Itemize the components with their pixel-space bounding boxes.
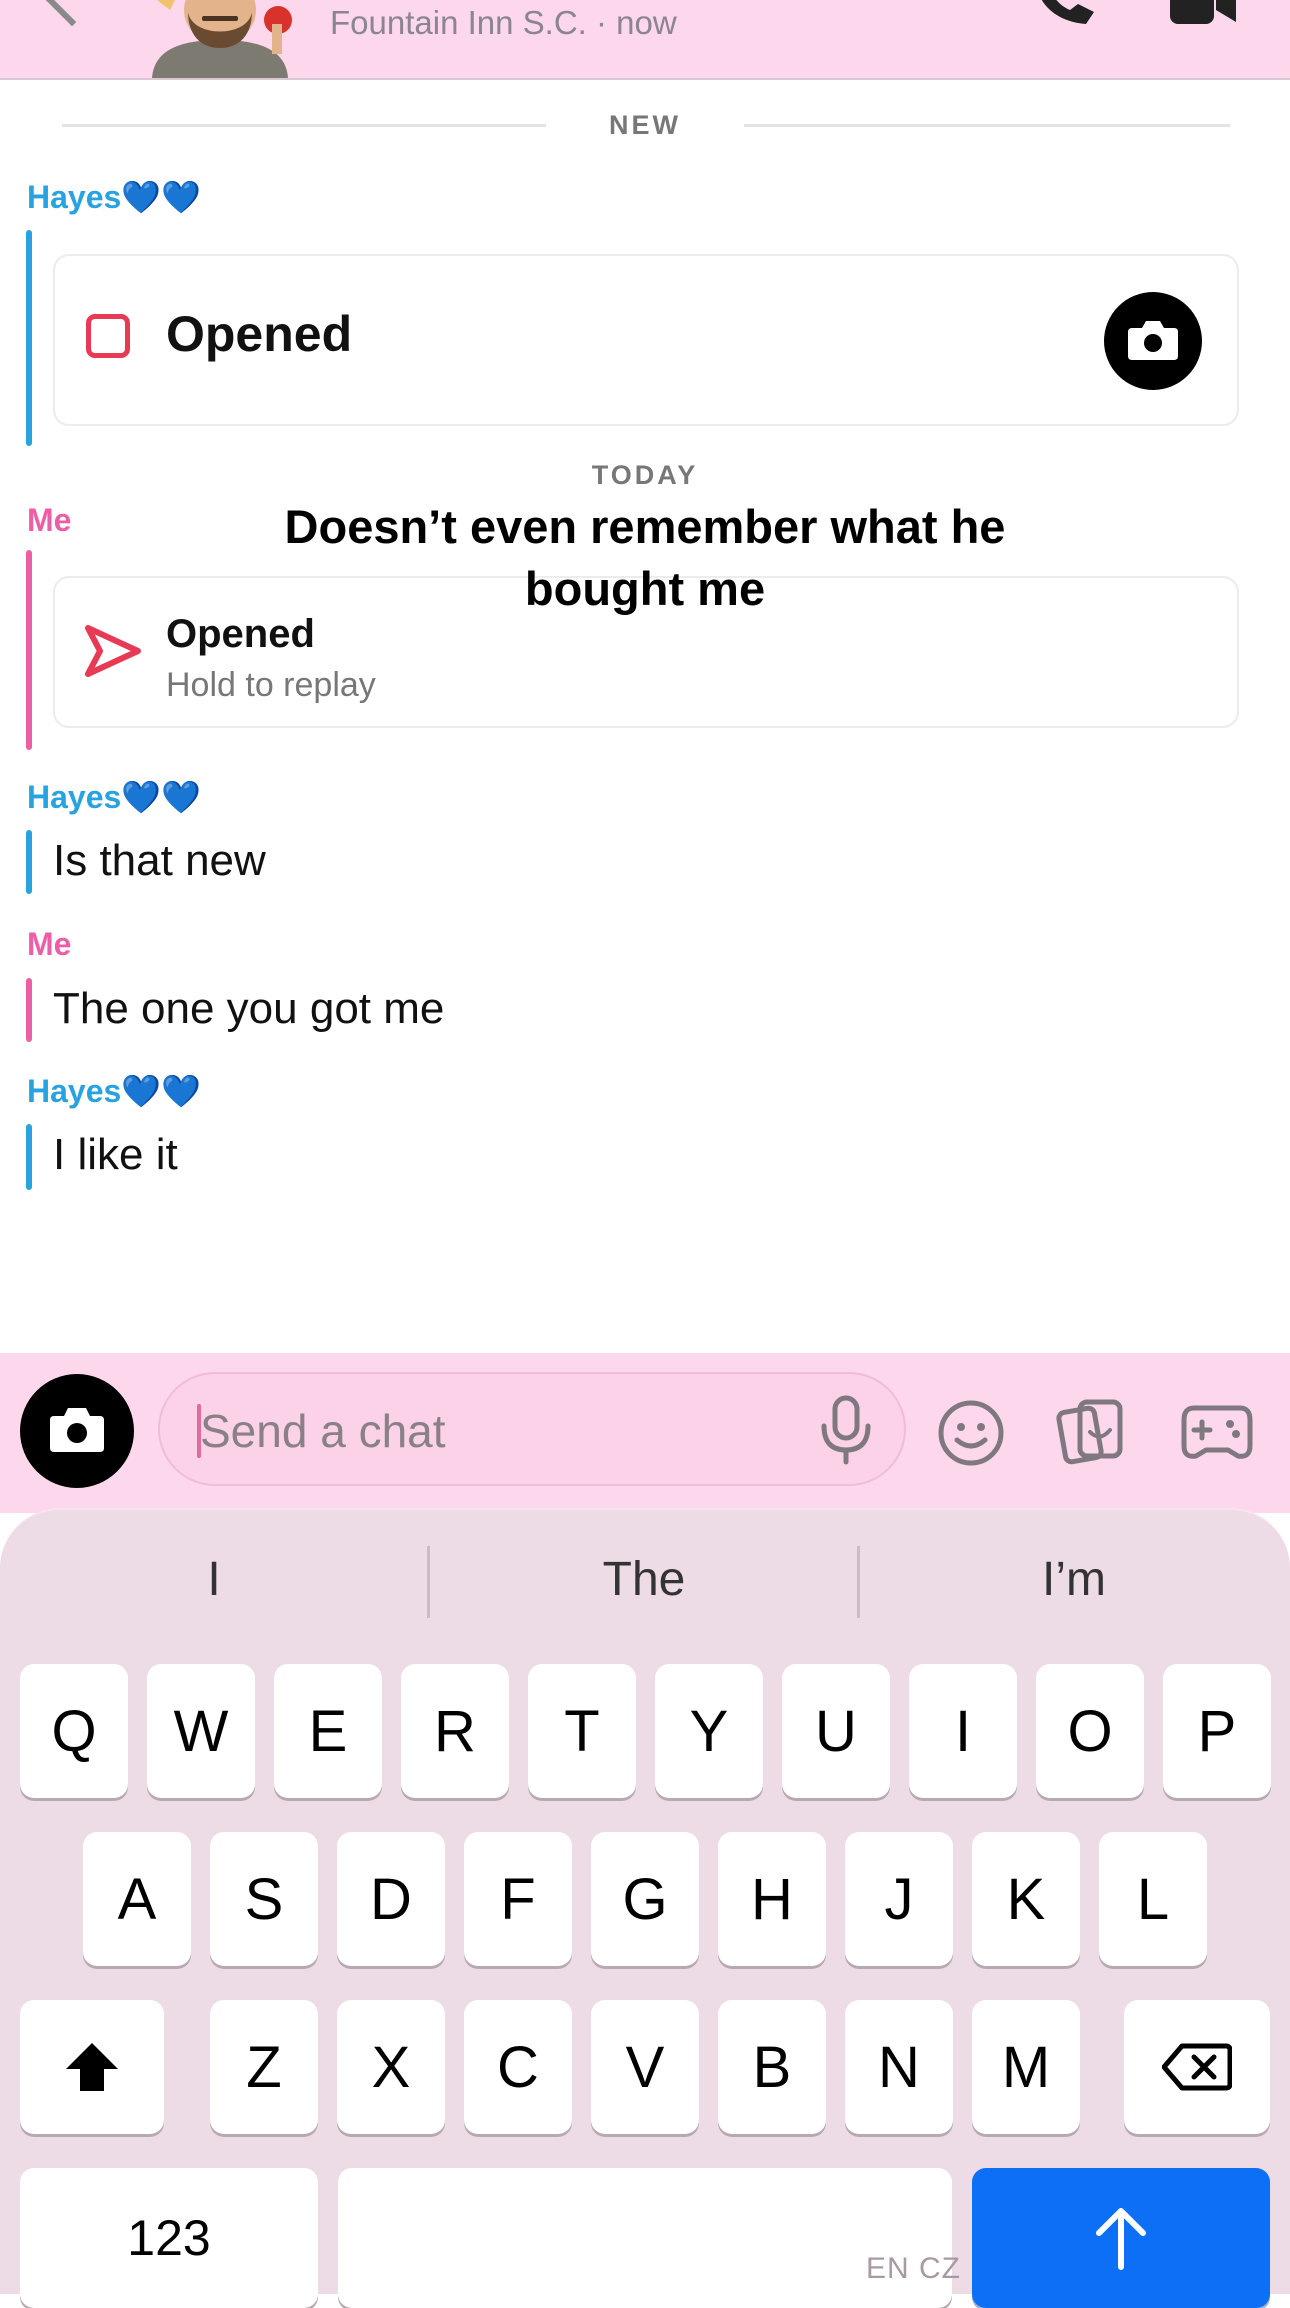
chat-input-placeholder: Send a chat xyxy=(200,1405,446,1457)
sender-name: Hayes💙💙 xyxy=(27,179,201,215)
overlay-caption: Doesn’t even remember what he bought me xyxy=(284,500,1006,615)
message-text[interactable]: Is that new xyxy=(53,836,266,886)
game-controller-icon[interactable] xyxy=(1180,1400,1254,1469)
sticker-gallery-icon[interactable] xyxy=(1056,1396,1126,1471)
friend-location-status: Fountain Inn S.C. · now xyxy=(330,4,677,41)
key-b[interactable]: B xyxy=(718,2000,826,2134)
sender-name: Hayes💙💙 xyxy=(27,1073,201,1109)
numbers-key[interactable]: 123 xyxy=(20,2168,318,2308)
reply-camera-icon[interactable] xyxy=(1104,292,1202,390)
snap-replay-hint: Hold to replay xyxy=(166,666,376,704)
divider-line-left xyxy=(62,124,546,127)
key-t[interactable]: T xyxy=(528,1664,636,1798)
key-j[interactable]: J xyxy=(845,1832,953,1966)
key-f[interactable]: F xyxy=(464,1832,572,1966)
message-text[interactable]: I like it xyxy=(53,1130,178,1180)
snap-status: Opened xyxy=(166,306,353,362)
key-l[interactable]: L xyxy=(1099,1832,1207,1966)
key-r[interactable]: R xyxy=(401,1664,509,1798)
key-z[interactable]: Z xyxy=(210,2000,318,2134)
voice-call-icon[interactable] xyxy=(1030,0,1100,33)
delete-key[interactable] xyxy=(1124,2000,1270,2134)
message-bar xyxy=(26,230,32,446)
message-bar xyxy=(26,1124,32,1190)
key-d[interactable]: D xyxy=(337,1832,445,1966)
message-text[interactable]: The one you got me xyxy=(53,984,444,1034)
backspace-icon xyxy=(1162,2043,1232,2091)
emoji-icon[interactable] xyxy=(936,1398,1006,1473)
key-a[interactable]: A xyxy=(83,1832,191,1966)
key-i[interactable]: I xyxy=(909,1664,1017,1798)
key-w[interactable]: W xyxy=(147,1664,255,1798)
key-g[interactable]: G xyxy=(591,1832,699,1966)
camera-button[interactable] xyxy=(20,1374,134,1488)
key-n[interactable]: N xyxy=(845,2000,953,2134)
suggestion-2[interactable]: The xyxy=(430,1552,858,1607)
divider-line-right xyxy=(744,124,1230,127)
suggestion-1[interactable]: I xyxy=(0,1552,428,1607)
send-key[interactable] xyxy=(972,2168,1270,2308)
microphone-icon[interactable] xyxy=(818,1394,874,1471)
key-q[interactable]: Q xyxy=(20,1664,128,1798)
key-v[interactable]: V xyxy=(591,2000,699,2134)
sender-name: Me xyxy=(27,502,72,538)
key-s[interactable]: S xyxy=(210,1832,318,1966)
suggestion-3[interactable]: I’m xyxy=(860,1552,1288,1607)
key-e[interactable]: E xyxy=(274,1664,382,1798)
divider-new: NEW xyxy=(609,110,681,140)
video-call-icon[interactable] xyxy=(1168,0,1238,31)
key-x[interactable]: X xyxy=(337,2000,445,2134)
key-u[interactable]: U xyxy=(782,1664,890,1798)
sent-snap-arrow-icon xyxy=(82,624,142,683)
shift-key[interactable] xyxy=(20,2000,164,2134)
message-bar xyxy=(26,550,32,750)
opened-snap-square-icon xyxy=(86,314,130,358)
shift-arrow-icon xyxy=(66,2043,118,2091)
divider-today: TODAY xyxy=(591,460,699,490)
sender-name: Me xyxy=(27,926,72,962)
key-h[interactable]: H xyxy=(718,1832,826,1966)
key-p[interactable]: P xyxy=(1163,1664,1271,1798)
key-k[interactable]: K xyxy=(972,1832,1080,1966)
message-bar xyxy=(26,978,32,1042)
key-o[interactable]: O xyxy=(1036,1664,1144,1798)
space-key[interactable] xyxy=(338,2168,952,2308)
send-arrow-icon xyxy=(1096,2208,1146,2270)
key-y[interactable]: Y xyxy=(655,1664,763,1798)
sender-name: Hayes💙💙 xyxy=(27,779,201,815)
key-m[interactable]: M xyxy=(972,2000,1080,2134)
friend-avatar[interactable] xyxy=(140,0,300,78)
keyboard-language-label: EN CZ xyxy=(866,2252,961,2285)
key-c[interactable]: C xyxy=(464,2000,572,2134)
message-bar xyxy=(26,830,32,894)
